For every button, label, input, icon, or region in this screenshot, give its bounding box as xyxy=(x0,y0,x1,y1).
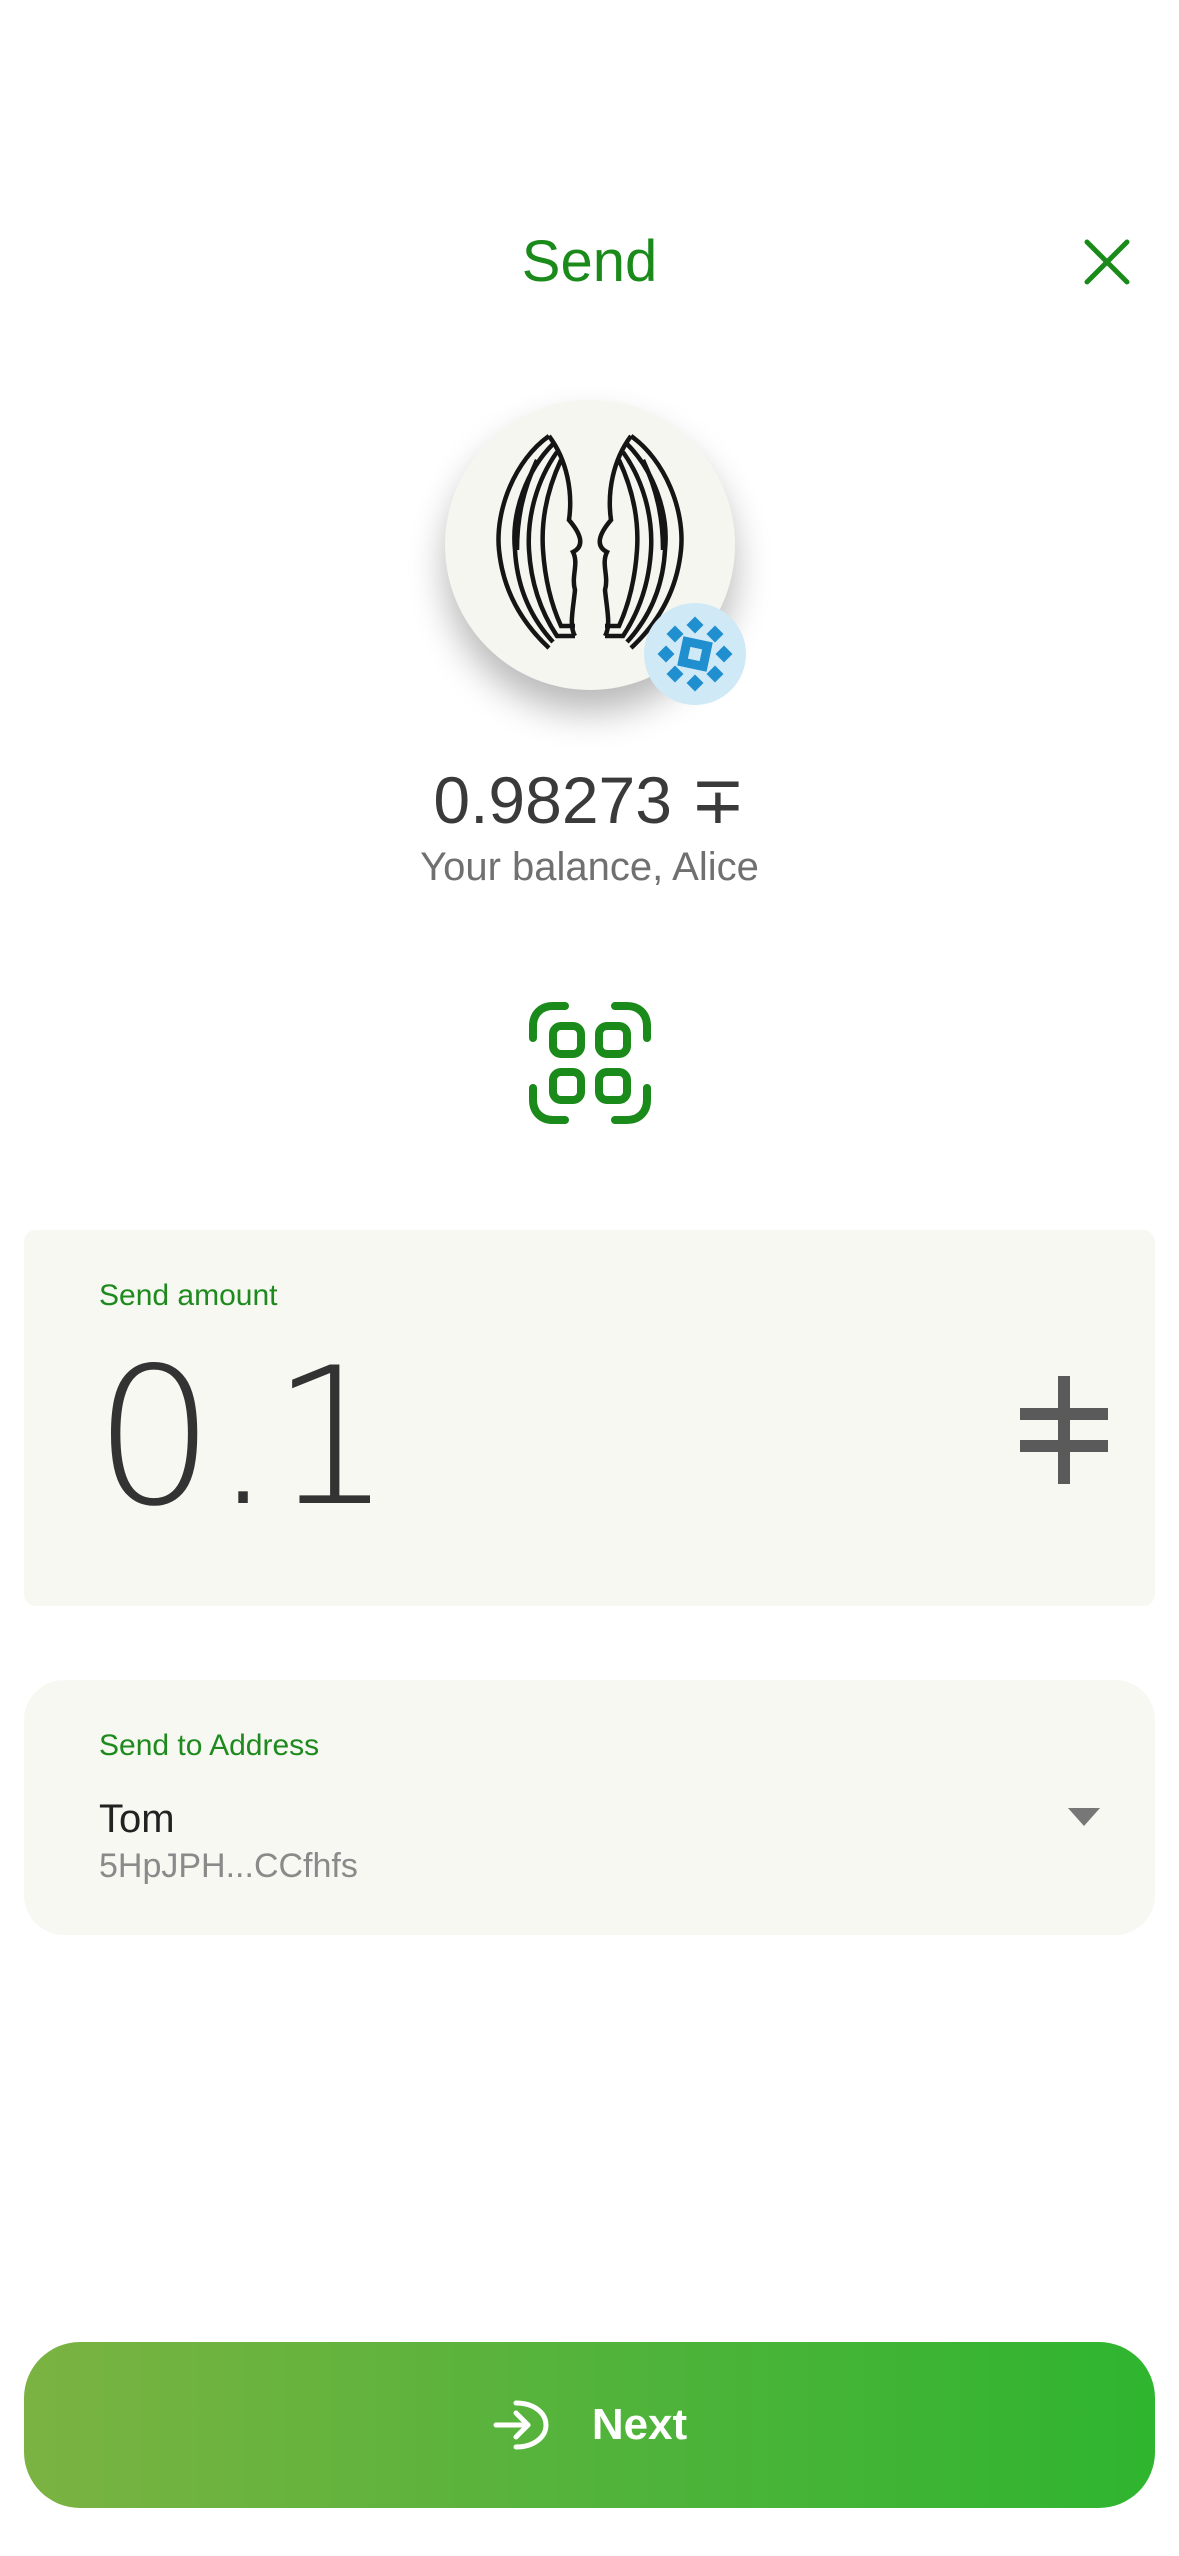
send-to-address-card[interactable]: Send to Address Tom 5HpJPH...CCfhfs xyxy=(24,1680,1155,1935)
send-amount-input[interactable] xyxy=(94,1338,914,1538)
currency-symbol-icon xyxy=(1020,1376,1108,1484)
network-badge-icon xyxy=(644,603,746,705)
send-amount-label: Send amount xyxy=(99,1279,278,1312)
close-icon xyxy=(1084,239,1130,285)
send-to-address-label: Send to Address xyxy=(99,1729,320,1762)
page-title: Send xyxy=(521,229,658,294)
close-button[interactable] xyxy=(1070,225,1144,299)
balance-amount: 0.98273 ∓ xyxy=(433,763,746,837)
send-amount-card: Send amount xyxy=(24,1230,1155,1606)
scan-qr-button[interactable] xyxy=(522,995,658,1131)
account-avatar xyxy=(445,400,746,705)
chevron-down-icon[interactable] xyxy=(1064,1800,1104,1830)
recipient-address: 5HpJPH...CCfhfs xyxy=(99,1847,358,1885)
recipient-name: Tom xyxy=(99,1797,175,1841)
arrow-right-icon xyxy=(493,2400,549,2450)
balance-label: Your balance, Alice xyxy=(420,845,759,889)
qr-scan-icon xyxy=(529,1002,651,1124)
next-button[interactable]: Next xyxy=(24,2342,1155,2508)
next-label: Next xyxy=(591,2400,688,2449)
